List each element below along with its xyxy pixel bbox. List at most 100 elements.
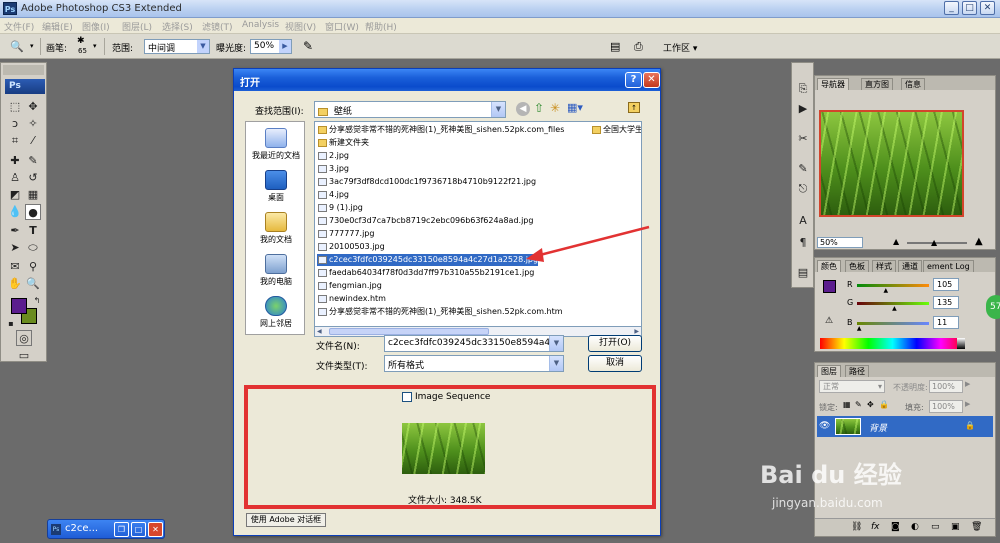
file-row[interactable]: newindex.htm [317, 293, 386, 305]
zoom-in-icon[interactable]: ▲ [975, 236, 983, 247]
back-icon[interactable]: ◀ [516, 102, 530, 116]
visibility-eye-icon[interactable]: 👁 [819, 421, 830, 431]
scroll-left-icon[interactable]: ◀ [317, 328, 322, 335]
tab-layers[interactable]: 图层 [817, 365, 841, 377]
place-desktop[interactable]: 桌面 [246, 170, 306, 203]
menu-filter[interactable]: 滤镜(T) [202, 20, 233, 33]
menu-analysis[interactable]: Analysis [242, 20, 279, 30]
g-input[interactable]: 135 [933, 296, 959, 309]
range-select[interactable]: 中间调 ▼ [144, 39, 210, 54]
minimized-document-tab[interactable]: Ps c2ce... ❐ □ ✕ [47, 519, 165, 539]
eyedropper-tool-icon[interactable]: ⚲ [25, 259, 41, 275]
menu-file[interactable]: 文件(F) [4, 20, 34, 33]
file-row[interactable]: 4.jpg [317, 189, 349, 201]
brush-tool-icon[interactable]: ✎ [25, 153, 41, 169]
b-slider-thumb[interactable]: ▲ [857, 325, 862, 332]
new-group-icon[interactable]: ▭ [931, 522, 940, 532]
dialog-title-bar[interactable]: 打开 [234, 69, 660, 91]
r-input[interactable]: 105 [933, 278, 959, 291]
actions-panel-icon[interactable]: ▶ [795, 101, 811, 117]
foreground-color-swatch[interactable] [11, 298, 27, 314]
lock-all-icon[interactable]: 🔒 [879, 400, 889, 409]
fill-slider-icon[interactable]: ▶ [965, 400, 970, 408]
view-menu-icon[interactable]: ▦▾ [567, 101, 583, 114]
clone-stamp-tool-icon[interactable]: ♙ [7, 170, 23, 186]
zoom-out-icon[interactable]: ▲ [893, 237, 899, 246]
brush-tip-icon[interactable]: ✱ [77, 36, 85, 46]
layer-mask-icon[interactable]: ◙ [891, 522, 900, 532]
adjustment-layer-icon[interactable]: ◐ [911, 522, 919, 532]
file-row[interactable]: 分享感觉非常不错的死神图(1)_死神美图_sishen.52pk.com.htm [317, 306, 563, 318]
file-row[interactable]: 9 (1).jpg [317, 202, 363, 214]
exposure-input[interactable]: 50% ▶ [250, 39, 292, 54]
tab-measurement-log[interactable]: ement Log [923, 260, 974, 272]
notes-tool-icon[interactable]: ✉ [7, 259, 23, 275]
brush-dropdown-icon[interactable]: ▾ [93, 42, 97, 50]
minimize-button[interactable]: _ [944, 1, 959, 15]
file-row[interactable]: 777777.jpg [317, 228, 374, 240]
menu-image[interactable]: 图像(I) [82, 20, 110, 33]
new-folder-icon[interactable]: ✳ [550, 101, 560, 115]
dodge-tool-icon[interactable]: ● [25, 204, 41, 220]
character-panel-icon[interactable]: A [795, 213, 811, 229]
place-network[interactable]: 网上邻居 [246, 296, 306, 329]
file-row-selected[interactable]: c2cec3fdfc039245dc33150e8594a4c27d1a2528… [317, 254, 539, 266]
tool-presets-icon[interactable]: ✂ [795, 131, 811, 147]
use-adobe-dialog-button[interactable]: 使用 Adobe 对话框 [246, 513, 326, 527]
link-layers-icon[interactable]: ⛓ [851, 522, 862, 532]
device-icon[interactable]: ⎙ [634, 40, 643, 54]
dialog-help-button[interactable]: ? [625, 72, 642, 88]
paragraph-panel-icon[interactable]: ¶ [795, 235, 811, 251]
tab-histogram[interactable]: 直方图 [861, 78, 893, 90]
file-row[interactable]: 3.jpg [317, 163, 349, 175]
place-recent-documents[interactable]: 我最近的文档 [246, 128, 306, 161]
tool-preset-dropdown-icon[interactable]: ▾ [30, 42, 34, 50]
color-spectrum-bar[interactable] [820, 338, 965, 349]
scrollbar-thumb[interactable] [329, 328, 489, 335]
scroll-right-icon[interactable]: ▶ [634, 328, 639, 335]
magic-wand-tool-icon[interactable]: ✧ [25, 116, 41, 132]
file-row[interactable]: 分享感觉非常不错的死神图(1)_死神美图_sishen.52pk.com_fil… [317, 124, 589, 136]
file-row[interactable]: faedab64034f78f0d3dd7ff97b310a55b2191ce1… [317, 267, 534, 279]
layer-style-icon[interactable]: fx [871, 522, 880, 532]
quick-mask-icon[interactable]: ◎ [16, 330, 32, 346]
lock-transparency-icon[interactable]: ▦ [843, 400, 851, 409]
burn-tool-icon[interactable]: 🔍 [10, 40, 24, 53]
history-brush-tool-icon[interactable]: ↺ [25, 170, 41, 186]
open-button[interactable]: 打开(O) [588, 335, 642, 352]
lasso-tool-icon[interactable]: ↄ [7, 116, 23, 132]
side-badge[interactable]: 57 [986, 295, 1000, 319]
r-slider-thumb[interactable]: ▲ [884, 287, 889, 294]
screen-mode-icon[interactable]: ▭ [16, 348, 32, 364]
lock-position-icon[interactable]: ✥ [867, 400, 874, 409]
up-folder-icon[interactable]: ⇧ [534, 101, 544, 115]
menu-window[interactable]: 窗口(W) [325, 20, 359, 33]
fill-input[interactable]: 100% [929, 400, 963, 413]
eraser-tool-icon[interactable]: ◩ [7, 187, 23, 203]
swap-colors-icon[interactable]: ↰ [29, 293, 45, 309]
hand-tool-icon[interactable]: ✋ [7, 276, 23, 292]
new-layer-icon[interactable]: ▣ [951, 522, 960, 532]
g-slider-thumb[interactable]: ▲ [892, 305, 897, 312]
place-my-computer[interactable]: 我的电脑 [246, 254, 306, 287]
gamut-warning-icon[interactable]: ⚠ [825, 316, 833, 326]
look-in-select[interactable]: 壁纸 ▼ [314, 101, 506, 118]
file-row[interactable]: 20100503.jpg [317, 241, 385, 253]
history-panel-icon[interactable]: ⎘ [795, 81, 811, 97]
tab-info[interactable]: 信息 [901, 78, 925, 90]
crop-tool-icon[interactable]: ⌗ [7, 133, 23, 149]
opacity-slider-icon[interactable]: ▶ [965, 380, 970, 388]
menu-select[interactable]: 选择(S) [162, 20, 193, 33]
type-tool-icon[interactable]: T [25, 223, 41, 239]
file-row[interactable]: 3ac79f3df8dcd100dc1f9736718b4710b9122f21… [317, 176, 536, 188]
clone-source-icon[interactable]: ⎋ [795, 181, 811, 197]
file-row[interactable]: 2.jpg [317, 150, 349, 162]
layer-comps-icon[interactable]: ▤ [795, 265, 811, 281]
gradient-tool-icon[interactable]: ▦ [25, 187, 41, 203]
shape-tool-icon[interactable]: ⬭ [25, 240, 41, 256]
navigator-thumbnail[interactable] [819, 110, 964, 217]
file-row[interactable]: 新建文件夹 [317, 137, 369, 149]
restore-icon[interactable]: ❐ [114, 522, 129, 537]
r-slider[interactable] [857, 284, 929, 287]
pen-tool-icon[interactable]: ✒ [7, 223, 23, 239]
